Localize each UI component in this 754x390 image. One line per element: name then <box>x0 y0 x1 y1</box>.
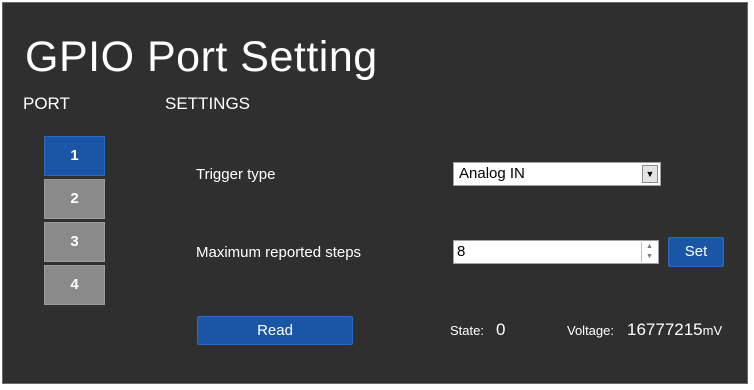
port-header: PORT <box>23 94 70 113</box>
voltage-number: 16777215 <box>627 320 703 339</box>
max-steps-input[interactable]: 8 ▲ ▼ <box>453 240 659 264</box>
port-button-label: 1 <box>70 147 79 164</box>
page-title: GPIO Port Setting <box>25 33 378 81</box>
read-button[interactable]: Read <box>197 316 353 345</box>
state-label: State: <box>450 323 484 338</box>
port-button-label: 4 <box>70 276 79 293</box>
port-button-2[interactable]: 2 <box>44 179 105 219</box>
settings-header: SETTINGS <box>165 94 251 113</box>
port-button-1[interactable]: 1 <box>44 136 105 176</box>
spin-down-icon[interactable]: ▼ <box>642 252 657 262</box>
trigger-type-value: Analog IN <box>459 165 525 182</box>
port-button-label: 3 <box>70 233 79 250</box>
port-button-label: 2 <box>70 190 79 207</box>
voltage-value: 16777215mV <box>627 320 722 340</box>
trigger-type-label: Trigger type <box>196 166 276 183</box>
gpio-panel: GPIO Port Setting PORT SETTINGS 1 2 3 4 … <box>2 2 748 384</box>
voltage-label: Voltage: <box>567 323 614 338</box>
state-value: 0 <box>496 320 506 339</box>
port-button-4[interactable]: 4 <box>44 265 105 305</box>
max-steps-value: 8 <box>457 243 466 260</box>
set-button[interactable]: Set <box>668 237 724 267</box>
trigger-type-select[interactable]: Analog IN ▼ <box>453 162 661 186</box>
port-button-3[interactable]: 3 <box>44 222 105 262</box>
max-steps-label: Maximum reported steps <box>196 244 362 261</box>
spin-up-icon[interactable]: ▲ <box>642 242 657 252</box>
voltage-unit: mV <box>702 323 723 338</box>
stepper-icon[interactable]: ▲ ▼ <box>641 242 657 262</box>
dropdown-arrow-icon[interactable]: ▼ <box>642 165 658 183</box>
